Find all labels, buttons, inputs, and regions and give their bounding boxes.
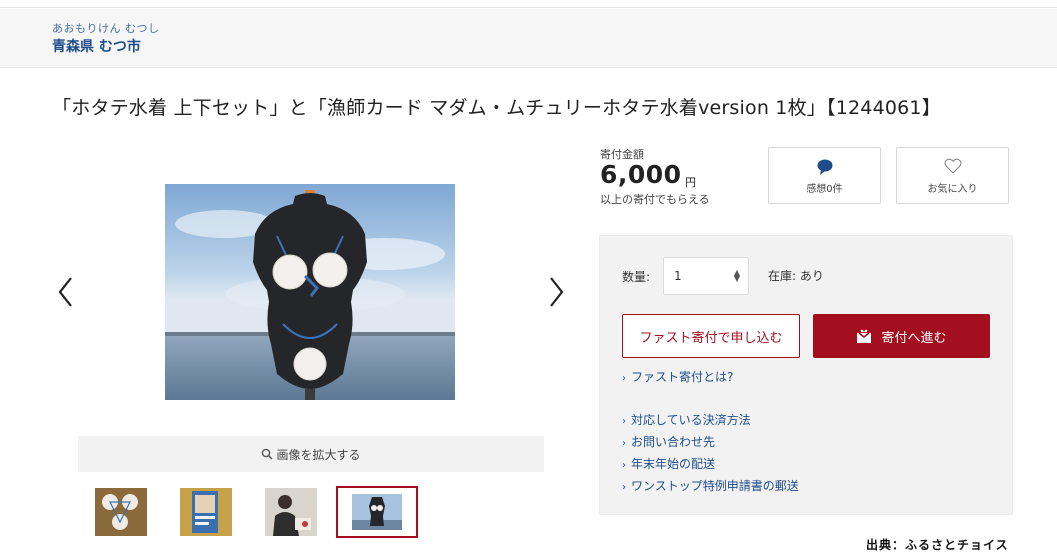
swimsuit-photo bbox=[165, 184, 455, 400]
chevron-right-icon: › bbox=[622, 373, 626, 384]
thumbnail-person-image bbox=[265, 488, 317, 536]
chevron-right-icon bbox=[550, 277, 564, 307]
main-product-photo[interactable] bbox=[165, 184, 455, 400]
magnifier-icon bbox=[262, 448, 274, 460]
thumbnail-swimsuit-image bbox=[352, 494, 402, 530]
impressions-button[interactable]: 感想0件 bbox=[768, 147, 881, 204]
proceed-donation-button[interactable]: 寄付へ進む bbox=[813, 314, 990, 358]
link-label: ワンストップ特例申請書の郵送 bbox=[631, 479, 799, 493]
thumbnail-card-image bbox=[180, 488, 232, 536]
fast-donation-button[interactable]: ファスト寄付で申し込む bbox=[622, 314, 800, 358]
thumbnail-3[interactable] bbox=[265, 488, 317, 536]
zoom-image-button[interactable]: 画像を拡大する bbox=[78, 436, 544, 472]
thumbnail-shells-image bbox=[95, 488, 147, 536]
zoom-label: 画像を拡大する bbox=[276, 447, 361, 462]
speech-bubble-icon bbox=[817, 159, 832, 175]
thumbnail-4[interactable] bbox=[336, 486, 418, 538]
order-panel: 数量: 1 ▲ ▼ 在庫: あり ファスト寄付で申し込む 寄付へ進む › ファスト寄… bbox=[599, 235, 1013, 515]
favorite-button[interactable]: お気に入り bbox=[896, 147, 1009, 204]
chevron-left-icon bbox=[58, 277, 72, 307]
donation-unit: 円 bbox=[685, 176, 696, 189]
impressions-label: 感想0件 bbox=[806, 184, 843, 195]
link-one-stop-application[interactable]: › ワンストップ特例申請書の郵送 bbox=[622, 477, 799, 494]
link-label: 対応している決済方法 bbox=[631, 413, 751, 427]
link-contact[interactable]: › お問い合わせ先 bbox=[622, 433, 715, 450]
thumbnail-2[interactable] bbox=[180, 488, 232, 536]
chevron-right-icon: › bbox=[622, 416, 626, 427]
gift-icon bbox=[857, 329, 872, 343]
donation-amount: 6,000 bbox=[600, 160, 682, 189]
chevron-right-icon: › bbox=[622, 438, 626, 449]
link-label: お問い合わせ先 bbox=[631, 435, 716, 449]
link-holiday-delivery[interactable]: › 年末年始の配送 bbox=[622, 455, 715, 472]
source-credit: 出典：ふるさとチョイス bbox=[866, 538, 1009, 552]
stock-status: 在庫: あり bbox=[768, 269, 824, 283]
quantity-value: 1 bbox=[674, 269, 682, 283]
donation-note: 以上の寄付でもらえる bbox=[600, 193, 710, 206]
municipality-kana: あおもりけん むつし bbox=[52, 22, 160, 35]
quantity-select[interactable]: 1 ▲ ▼ bbox=[663, 257, 749, 295]
fast-donation-label: ファスト寄付で申し込む bbox=[639, 330, 783, 346]
link-label: 年末年始の配送 bbox=[631, 457, 716, 471]
next-image-button[interactable] bbox=[544, 272, 568, 312]
select-arrows-icon: ▲ ▼ bbox=[733, 268, 740, 283]
proceed-donation-label: 寄付へ進む bbox=[881, 330, 947, 346]
quantity-label: 数量: bbox=[622, 270, 651, 284]
municipality-name[interactable]: 青森県 むつ市 bbox=[52, 36, 141, 56]
image-gallery: 画像を拡大する bbox=[50, 140, 580, 560]
chevron-right-icon: › bbox=[622, 460, 626, 471]
heart-icon bbox=[944, 158, 961, 174]
thumbnail-1[interactable] bbox=[95, 488, 147, 536]
link-fast-donation-info[interactable]: › ファスト寄付とは? bbox=[622, 368, 733, 385]
favorite-label: お気に入り bbox=[927, 184, 978, 195]
link-label: ファスト寄付とは? bbox=[631, 370, 734, 384]
chevron-right-icon: › bbox=[622, 482, 626, 493]
link-payment-methods[interactable]: › 対応している決済方法 bbox=[622, 411, 751, 428]
prev-image-button[interactable] bbox=[54, 272, 78, 312]
product-title: 「ホタテ水着 上下セット」と「漁師カード マダム・ムチュリーホタテ水着versi… bbox=[52, 97, 941, 119]
top-border bbox=[0, 0, 1057, 8]
municipality-header: あおもりけん むつし 青森県 むつ市 bbox=[0, 9, 1057, 68]
